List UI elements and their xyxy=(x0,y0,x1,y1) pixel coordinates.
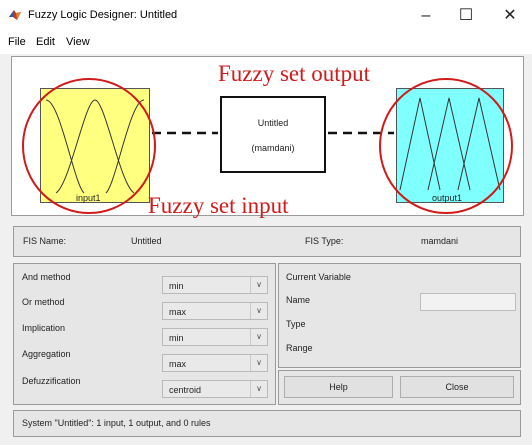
title-bar: Fuzzy Logic Designer: Untitled – ☐ ✕ xyxy=(0,0,532,32)
chevron-down-icon: ∨ xyxy=(250,277,267,293)
chevron-down-icon: ∨ xyxy=(250,329,267,345)
variable-name-label: Name xyxy=(286,295,311,305)
variable-name-field[interactable] xyxy=(420,293,516,311)
implication-dropdown[interactable]: min ∨ xyxy=(162,328,268,346)
fis-type-value: mamdani xyxy=(421,236,459,246)
or-method-dropdown[interactable]: max ∨ xyxy=(162,302,268,320)
fis-type-label: FIS Type: xyxy=(305,236,344,246)
chevron-down-icon: ∨ xyxy=(250,303,267,319)
defuzzification-dropdown[interactable]: centroid ∨ xyxy=(162,380,268,398)
matlab-app-icon xyxy=(9,10,21,20)
output-highlight-circle xyxy=(379,78,513,214)
system-name-label: Untitled xyxy=(257,118,289,128)
aggregation-value: max xyxy=(169,359,187,369)
maximize-button[interactable]: ☐ xyxy=(448,4,484,28)
fis-system-block[interactable]: Untitled (mamdani) xyxy=(220,96,326,173)
chevron-down-icon: ∨ xyxy=(250,355,267,371)
close-button[interactable]: Close xyxy=(400,376,514,398)
menu-view[interactable]: View xyxy=(66,36,90,48)
window-title: Fuzzy Logic Designer: Untitled xyxy=(28,9,178,21)
aggregation-label: Aggregation xyxy=(22,349,71,359)
fis-name-value: Untitled xyxy=(131,236,162,246)
implication-label: Implication xyxy=(22,323,66,333)
implication-value: min xyxy=(169,333,184,343)
minimize-button[interactable]: – xyxy=(408,4,444,28)
menu-file[interactable]: File xyxy=(8,36,26,48)
and-method-dropdown[interactable]: min ∨ xyxy=(162,276,268,294)
current-variable-title: Current Variable xyxy=(286,272,351,282)
aggregation-dropdown[interactable]: max ∨ xyxy=(162,354,268,372)
system-type-label: (mamdani) xyxy=(251,143,295,153)
status-text: System "Untitled": 1 input, 1 output, an… xyxy=(22,418,211,428)
input-connector xyxy=(152,131,218,135)
menu-bar: File Edit View xyxy=(0,32,532,54)
menu-edit[interactable]: Edit xyxy=(36,36,55,48)
close-window-button[interactable]: ✕ xyxy=(492,4,528,28)
variable-type-label: Type xyxy=(286,319,306,329)
fis-info-panel: FIS Name: Untitled FIS Type: mamdani xyxy=(13,226,521,257)
chevron-down-icon: ∨ xyxy=(250,381,267,397)
variable-range-label: Range xyxy=(286,343,313,353)
methods-panel: And method min ∨ Or method max ∨ Implica… xyxy=(13,263,276,405)
defuzzification-label: Defuzzification xyxy=(22,376,81,386)
buttons-panel: Help Close xyxy=(278,370,521,405)
fuzzy-set-output-annotation: Fuzzy set output xyxy=(218,61,371,86)
and-method-label: And method xyxy=(22,272,71,282)
or-method-value: max xyxy=(169,307,187,317)
input-highlight-circle xyxy=(22,78,156,214)
fuzzy-set-input-annotation: Fuzzy set input xyxy=(148,193,289,218)
and-method-value: min xyxy=(169,281,184,291)
status-bar: System "Untitled": 1 input, 1 output, an… xyxy=(13,410,521,437)
defuzzification-value: centroid xyxy=(169,385,202,395)
or-method-label: Or method xyxy=(22,297,65,307)
help-button[interactable]: Help xyxy=(284,376,393,398)
fis-name-label: FIS Name: xyxy=(23,236,67,246)
current-variable-panel: Current Variable Name Type Range xyxy=(278,263,521,368)
